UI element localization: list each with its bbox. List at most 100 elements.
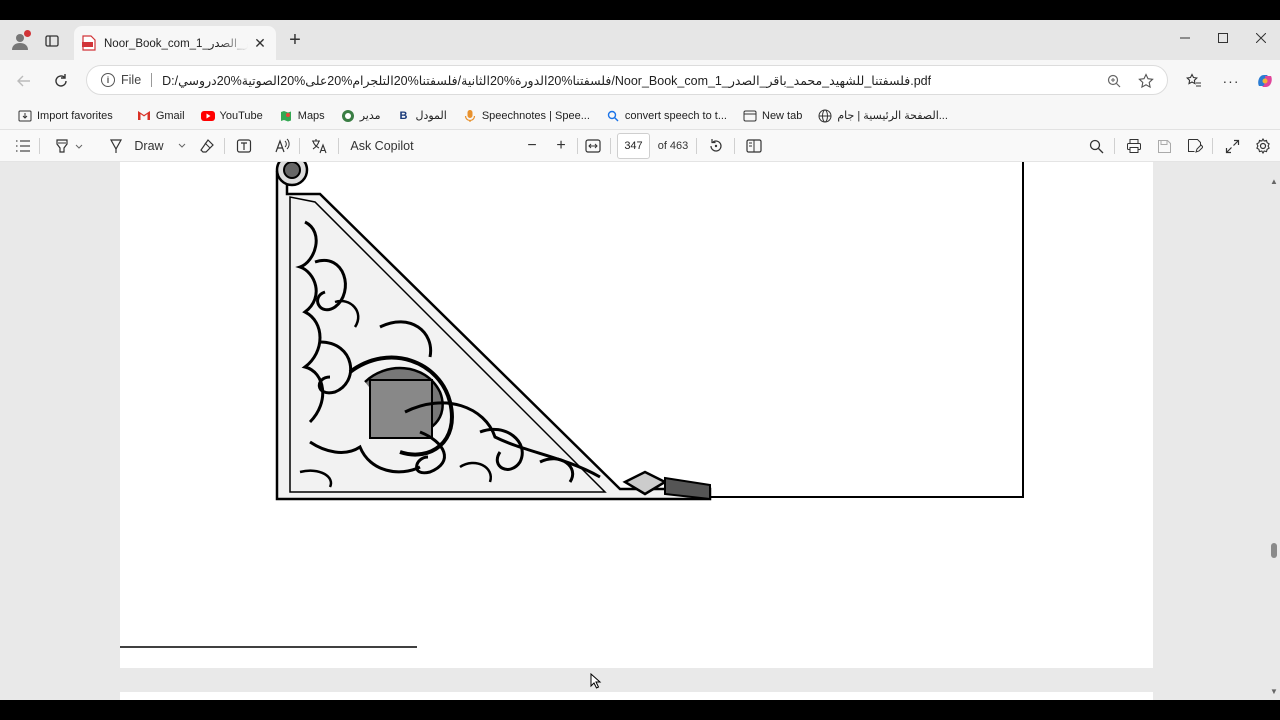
- copilot-icon: [1258, 75, 1272, 87]
- toolbar-separator: [610, 138, 611, 154]
- favorite-label: الصفحة الرئيسية | جام...: [837, 110, 948, 122]
- favorite-speechnotes[interactable]: Speechnotes | Spee...: [455, 105, 598, 127]
- save-icon: [1157, 139, 1171, 153]
- settings-menu-button[interactable]: ···: [1219, 69, 1243, 93]
- minimize-icon: [1180, 37, 1190, 39]
- favorite-label: Import favorites: [37, 109, 113, 122]
- save-as-button[interactable]: [1184, 134, 1206, 158]
- favorite-new-tab[interactable]: New tab: [735, 105, 810, 127]
- favorite-youtube[interactable]: YouTube: [193, 105, 271, 127]
- globe-icon: [818, 109, 832, 123]
- favorite-gmail[interactable]: Gmail: [129, 105, 193, 127]
- toolbar-separator: [338, 138, 339, 154]
- zoom-in-button[interactable]: +: [550, 134, 572, 158]
- fit-to-width-button[interactable]: [582, 134, 604, 158]
- eraser-icon: [200, 139, 214, 153]
- ask-copilot-button[interactable]: Ask Copilot: [348, 134, 416, 158]
- pdf-icon: [82, 35, 96, 51]
- favorite-star-icon[interactable]: [1137, 72, 1155, 90]
- rotate-button[interactable]: [705, 134, 727, 158]
- scrollbar-thumb[interactable]: [1271, 543, 1277, 558]
- page-number-input[interactable]: 347: [617, 133, 650, 159]
- favorite-manager[interactable]: مدير: [333, 105, 389, 127]
- youtube-icon: [200, 109, 215, 123]
- favorite-label: New tab: [762, 109, 803, 122]
- minimize-button[interactable]: [1166, 20, 1204, 56]
- search-icon: [1089, 139, 1103, 153]
- tab-strip: Noor_Book_com_1_فلسفتنا_للشهيد_محمد_باقر…: [0, 20, 1280, 60]
- newtab-icon: [743, 109, 757, 123]
- search-icon: [606, 109, 620, 123]
- tab-close-icon[interactable]: ✕: [252, 35, 268, 51]
- page-view-icon: [746, 139, 762, 153]
- page-view-button[interactable]: [743, 134, 765, 158]
- favorite-university-home[interactable]: الصفحة الرئيسية | جام...: [810, 105, 956, 127]
- erase-button[interactable]: [196, 134, 218, 158]
- pdf-viewer[interactable]: ▲ ▼: [0, 162, 1280, 700]
- pdf-settings-button[interactable]: [1252, 134, 1274, 158]
- favorite-label: مدير: [359, 110, 381, 122]
- favorite-maps[interactable]: Maps: [271, 105, 333, 127]
- draw-label: Draw: [134, 139, 164, 153]
- ornamental-corner-frame: [120, 162, 1024, 648]
- favorites-list-icon: [1186, 73, 1201, 87]
- import-icon: [18, 109, 32, 123]
- fit-width-icon: [585, 139, 601, 153]
- favorite-label: Maps: [297, 109, 325, 122]
- favorite-import[interactable]: Import favorites: [10, 105, 121, 127]
- url-text[interactable]: D:/فلسفتنا%20الدورة%20الثانية/فلسفتنا%20…: [162, 73, 931, 88]
- add-text-button[interactable]: [233, 134, 255, 158]
- copilot-button[interactable]: [1253, 69, 1277, 93]
- save-as-icon: [1188, 139, 1203, 153]
- contents-button[interactable]: [12, 134, 34, 158]
- maximize-icon: [1218, 33, 1228, 43]
- back-button[interactable]: [12, 69, 36, 93]
- expand-icon: [1225, 139, 1239, 153]
- info-icon[interactable]: i: [101, 73, 115, 87]
- refresh-icon: [55, 74, 67, 87]
- read-aloud-button[interactable]: [271, 134, 293, 158]
- favorite-moodle[interactable]: B المودل: [388, 105, 454, 127]
- favorites-button[interactable]: [1182, 69, 1206, 93]
- favorites-bar: Import favorites Gmail YouTube Maps مدير…: [0, 102, 1280, 130]
- print-button[interactable]: [1123, 134, 1145, 158]
- page-total: of 463: [657, 140, 689, 152]
- tab-title: Noor_Book_com_1_فلسفتنا_للشهيد_محمد_باقر…: [104, 38, 248, 50]
- toolbar-separator: [39, 138, 40, 154]
- close-window-button[interactable]: [1242, 20, 1280, 56]
- list-icon: [16, 140, 30, 152]
- scroll-up-icon[interactable]: ▲: [1270, 178, 1278, 186]
- favorite-label: Speechnotes | Spee...: [481, 109, 590, 122]
- active-tab[interactable]: Noor_Book_com_1_فلسفتنا_للشهيد_محمد_باقر…: [74, 26, 276, 60]
- full-screen-button[interactable]: [1221, 134, 1243, 158]
- close-icon: [1256, 33, 1266, 43]
- find-button[interactable]: [1085, 134, 1107, 158]
- highlight-button[interactable]: [48, 134, 88, 158]
- favorite-convert-speech[interactable]: convert speech to t...: [598, 105, 735, 127]
- zoom-out-button[interactable]: −: [521, 134, 543, 158]
- browser-window: Noor_Book_com_1_فلسفتنا_للشهيد_محمد_باقر…: [0, 20, 1280, 700]
- save-button[interactable]: [1153, 134, 1175, 158]
- speechnotes-icon: [463, 109, 477, 123]
- profile-button[interactable]: [8, 29, 32, 53]
- print-icon: [1127, 139, 1141, 153]
- refresh-button[interactable]: [49, 69, 73, 93]
- zoom-icon[interactable]: [1105, 72, 1123, 90]
- text-box-icon: [236, 139, 252, 153]
- highlighter-icon: [56, 139, 83, 153]
- read-aloud-icon: [275, 138, 290, 153]
- tab-actions-icon: [45, 35, 59, 47]
- more-icon: ···: [1222, 73, 1240, 89]
- address-bar[interactable]: i File D:/فلسفتنا%20الدورة%20الثانية/فلس…: [86, 65, 1168, 95]
- draw-button[interactable]: Draw: [104, 134, 190, 158]
- tab-actions-button[interactable]: [40, 29, 64, 53]
- scroll-down-icon[interactable]: ▼: [1270, 688, 1278, 696]
- new-tab-button[interactable]: +: [284, 29, 306, 51]
- toolbar-separator: [696, 138, 697, 154]
- maximize-button[interactable]: [1204, 20, 1242, 56]
- vertical-scrollbar[interactable]: ▲ ▼: [1268, 162, 1280, 700]
- window-controls: [1166, 20, 1280, 56]
- translate-button[interactable]: [308, 134, 330, 158]
- back-arrow-icon: [17, 75, 30, 87]
- maps-icon: [279, 109, 293, 123]
